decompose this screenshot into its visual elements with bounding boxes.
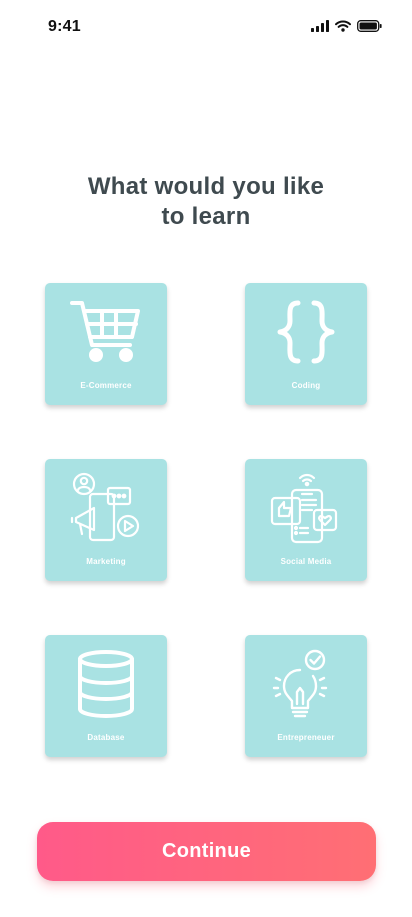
continue-button[interactable]: Continue xyxy=(37,822,376,881)
megaphone-icon xyxy=(45,469,167,547)
status-time: 9:41 xyxy=(48,18,81,35)
topic-card-e-commerce[interactable]: E-Commerce xyxy=(45,283,167,405)
topic-card-entrepreneuer[interactable]: Entrepreneuer xyxy=(245,635,367,757)
topic-card-database[interactable]: Database xyxy=(45,635,167,757)
topic-label: Marketing xyxy=(86,557,126,566)
topic-label: Database xyxy=(87,733,125,742)
battery-icon xyxy=(357,20,382,32)
cellular-signal-icon xyxy=(311,20,329,32)
shopping-cart-icon xyxy=(45,293,167,371)
topic-label: Social Media xyxy=(280,557,332,566)
lightbulb-icon xyxy=(245,645,367,723)
topic-card-marketing[interactable]: Marketing xyxy=(45,459,167,581)
database-icon xyxy=(45,645,167,723)
smartphone-social-icon xyxy=(245,469,367,547)
topic-card-coding[interactable]: Coding xyxy=(245,283,367,405)
learning-topics-screen: 9:41 What would you like to learn E-Comm… xyxy=(0,0,412,917)
page-title-line-1: What would you like xyxy=(87,173,325,200)
topic-label: Entrepreneuer xyxy=(277,733,335,742)
wifi-icon xyxy=(335,20,351,32)
page-title: What would you like to learn xyxy=(0,172,412,232)
curly-braces-icon xyxy=(245,293,367,371)
topic-card-social-media[interactable]: Social Media xyxy=(245,459,367,581)
topic-label: E-Commerce xyxy=(80,381,132,390)
page-title-line-2: to learn xyxy=(161,203,251,230)
topic-label: Coding xyxy=(291,381,321,390)
status-icons xyxy=(311,19,382,33)
status-bar: 9:41 xyxy=(0,0,412,56)
